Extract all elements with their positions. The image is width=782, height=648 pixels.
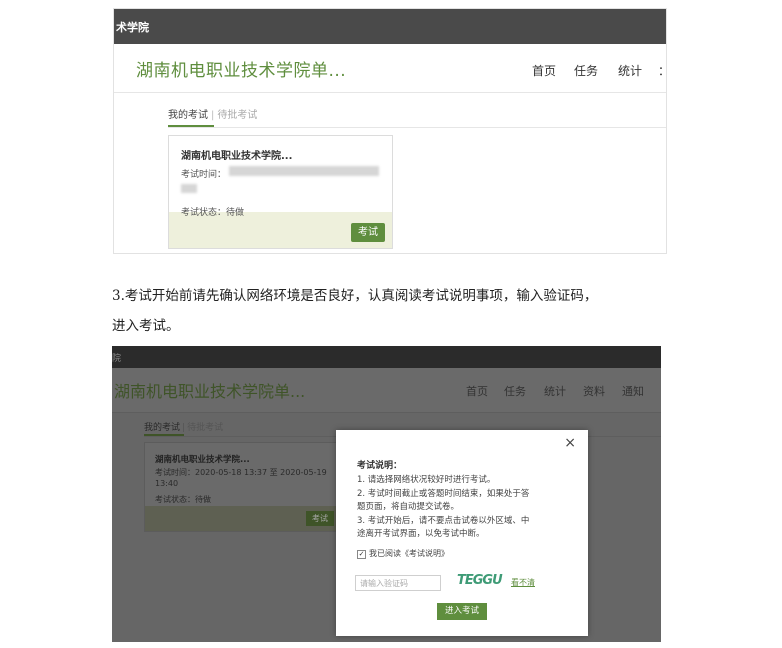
start-exam-button[interactable]: 考试 bbox=[351, 223, 385, 242]
screenshot-exam-modal: 院 湖南机电职业技术学院单... 首页 任务 统计 资料 通知 我的考试 | 待批考… bbox=[112, 346, 661, 642]
nav-tasks[interactable]: 任务 bbox=[504, 383, 526, 399]
exam-tabs: 我的考试 | 待批考试 bbox=[168, 106, 257, 121]
exam-card-status: 考试状态：待做 bbox=[181, 208, 245, 218]
nav-overflow[interactable]: ： bbox=[658, 62, 666, 79]
close-icon[interactable]: × bbox=[564, 435, 576, 451]
instruction-item: 1. 请选择网络状况较好时进行考试。 bbox=[357, 475, 496, 485]
site-header: 湖南机电职业技术学院单... 首页 任务 统计 资料 通知 bbox=[112, 368, 661, 413]
tab-divider bbox=[168, 127, 666, 128]
start-exam-button[interactable]: 考试 bbox=[306, 511, 334, 526]
instruction-item: 2. 考试时间截止或答题时间结束，如果处于答 bbox=[357, 489, 530, 499]
site-title[interactable]: 湖南机电职业技术学院单... bbox=[136, 56, 346, 81]
instruction-item: 途离开考试界面，以免考试中断。 bbox=[357, 529, 485, 539]
exam-card-title: 湖南机电职业技术学院... bbox=[155, 455, 250, 465]
nav-materials[interactable]: 资料 bbox=[583, 383, 605, 399]
exam-card-title: 湖南机电职业技术学院... bbox=[181, 151, 293, 162]
enter-exam-button[interactable]: 进入考试 bbox=[437, 603, 487, 620]
tab-pending-exams[interactable]: 待批考试 bbox=[187, 423, 223, 433]
screenshot-exam-list: 术学院 湖南机电职业技术学院单... 首页 任务 统计 ： 我的考试|待批考试 … bbox=[113, 8, 667, 254]
exam-tabs: 我的考试 | 待批考试 bbox=[144, 420, 223, 433]
modal-title: 考试说明： bbox=[357, 461, 403, 471]
nav-stats[interactable]: 统计 bbox=[544, 383, 566, 399]
site-header: 湖南机电职业技术学院单... 首页 任务 统计 ： bbox=[114, 44, 666, 93]
tab-separator: | bbox=[182, 423, 186, 433]
exam-card-time: 考试时间：2020-05-18 13:37 至 2020-05-19 13:40 bbox=[155, 468, 327, 488]
exam-instructions-modal: × 考试说明： 1. 请选择网络状况较好时进行考试。 2. 考试时间截止或答题时… bbox=[336, 430, 588, 636]
read-agreement-checkbox[interactable]: ✓ 我已阅读《考试说明》 bbox=[357, 548, 449, 559]
tab-pending-exams[interactable]: 待批考试 bbox=[217, 110, 257, 121]
checkbox-label: 我已阅读《考试说明》 bbox=[369, 549, 449, 558]
top-bar: 术学院 bbox=[114, 9, 666, 44]
instruction-line-1: 3.考试开始前请先确认网络环境是否良好，认真阅读考试说明事项，输入验证码， bbox=[112, 288, 598, 304]
checkbox-check-icon: ✓ bbox=[357, 550, 366, 559]
top-bar-title: 院 bbox=[112, 354, 122, 364]
captcha-input[interactable]: 请输入验证码 bbox=[355, 575, 441, 591]
tab-my-exams[interactable]: 我的考试 bbox=[144, 423, 180, 433]
redacted-time-2 bbox=[181, 184, 197, 193]
instruction-line-2: 进入考试。 bbox=[112, 318, 180, 334]
nav-notices[interactable]: 通知 bbox=[622, 383, 644, 399]
exam-card: 湖南机电职业技术学院... 考试时间：2020-05-18 13:37 至 20… bbox=[144, 442, 341, 532]
nav-home[interactable]: 首页 bbox=[466, 383, 488, 399]
captcha-image[interactable]: TEGGU bbox=[457, 573, 503, 588]
refresh-captcha-link[interactable]: 看不清 bbox=[511, 577, 535, 588]
instruction-item: 题页面，将自动提交试卷。 bbox=[357, 502, 460, 512]
nav-home[interactable]: 首页 bbox=[532, 62, 556, 79]
exam-card-time-label: 考试时间： bbox=[181, 170, 227, 180]
exam-card-status: 考试状态：待做 bbox=[155, 495, 211, 504]
nav-tasks[interactable]: 任务 bbox=[574, 62, 598, 79]
exam-card: 湖南机电职业技术学院... 考试时间： 考试状态：待做 考试 bbox=[168, 135, 393, 249]
site-title[interactable]: 湖南机电职业技术学院单... bbox=[114, 378, 305, 402]
tab-separator: | bbox=[211, 110, 215, 121]
redacted-time bbox=[229, 166, 379, 176]
instruction-item: 3. 考试开始后，请不要点击试卷以外区域、中 bbox=[357, 516, 530, 526]
top-bar-title: 术学院 bbox=[116, 21, 149, 34]
nav-stats[interactable]: 统计 bbox=[618, 62, 642, 79]
tab-my-exams[interactable]: 我的考试 bbox=[168, 110, 208, 121]
top-bar: 院 bbox=[112, 346, 661, 368]
